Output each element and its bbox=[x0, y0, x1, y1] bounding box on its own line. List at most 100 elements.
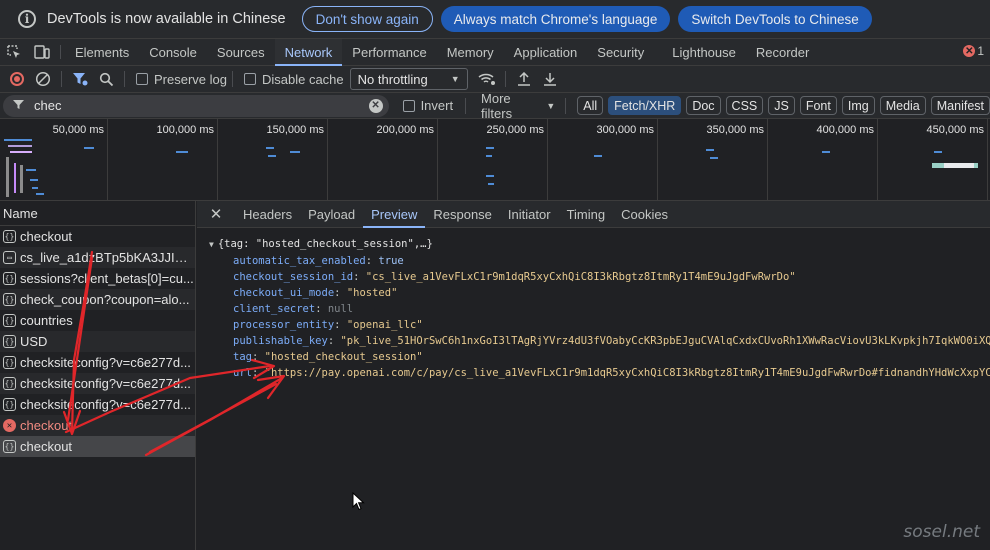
filter-chip-manifest[interactable]: Manifest bbox=[930, 96, 990, 115]
request-row[interactable]: {} check_coupon?coupon=alo... bbox=[0, 289, 195, 310]
request-row[interactable]: {} checksiteconfig?v=c6e277d... bbox=[0, 394, 195, 415]
tab-payload[interactable]: Payload bbox=[300, 201, 363, 227]
checkbox-box[interactable] bbox=[402, 99, 415, 112]
tab-security[interactable]: Security bbox=[587, 39, 654, 65]
tab-console[interactable]: Console bbox=[139, 39, 207, 65]
request-row[interactable]: ✕ checkout bbox=[0, 415, 195, 436]
throttling-select[interactable]: No throttling ▼ bbox=[349, 68, 468, 90]
tab-timing[interactable]: Timing bbox=[559, 201, 614, 227]
timeline-gridline bbox=[547, 119, 548, 200]
tab-initiator[interactable]: Initiator bbox=[500, 201, 559, 227]
record-button[interactable] bbox=[4, 68, 30, 90]
fetch-xhr-icon: {} bbox=[3, 356, 16, 369]
switch-to-chinese-button[interactable]: Switch DevTools to Chinese bbox=[678, 6, 872, 32]
timeline-activity bbox=[176, 151, 188, 153]
divider bbox=[124, 71, 125, 87]
name-column-header[interactable]: Name bbox=[0, 201, 195, 226]
request-row[interactable]: {} checkout bbox=[0, 226, 195, 247]
filter-chip-media[interactable]: Media bbox=[879, 96, 926, 115]
preserve-log-checkbox[interactable]: Preserve log bbox=[136, 72, 227, 87]
dont-show-again-button[interactable]: Don't show again bbox=[301, 6, 433, 32]
tab-lighthouse[interactable]: Lighthouse bbox=[662, 39, 746, 65]
always-match-language-button[interactable]: Always match Chrome's language bbox=[440, 6, 671, 32]
request-row[interactable]: {} checksiteconfig?v=c6e277d... bbox=[0, 373, 195, 394]
filter-chip-js[interactable]: JS bbox=[768, 96, 795, 115]
timeline-activity bbox=[486, 147, 494, 149]
filter-chip-img[interactable]: Img bbox=[841, 96, 875, 115]
filter-chip-all[interactable]: All bbox=[577, 96, 604, 115]
network-conditions-button[interactable] bbox=[474, 68, 500, 90]
request-name: checkout bbox=[20, 418, 73, 433]
json-property-row[interactable]: publishable_key: "pk_live_51HOrSwC6h1nxG… bbox=[209, 333, 990, 349]
request-row[interactable]: ▭ cs_live_a1dzBTp5bKA3JJIYd... bbox=[0, 247, 195, 268]
timeline-activity bbox=[26, 169, 36, 171]
json-property-row[interactable]: processor_entity: "openai_llc" bbox=[209, 317, 990, 333]
clear-button[interactable] bbox=[30, 68, 56, 90]
tab-performance[interactable]: Performance bbox=[342, 39, 436, 65]
tab-network[interactable]: Network bbox=[274, 39, 343, 66]
json-root-suffix: ,…} bbox=[413, 238, 433, 250]
filter-chip-font[interactable]: Font bbox=[799, 96, 837, 115]
tab-memory[interactable]: Memory bbox=[437, 39, 504, 65]
timeline-tick-label: 300,000 ms bbox=[596, 124, 654, 136]
device-toolbar-icon[interactable] bbox=[28, 39, 56, 65]
inspect-element-icon[interactable] bbox=[0, 39, 28, 65]
expand-triangle-icon[interactable]: ▼ bbox=[209, 240, 214, 249]
more-filters-label: More filters bbox=[481, 90, 513, 121]
tab-application[interactable]: Application bbox=[504, 39, 588, 65]
json-property-row[interactable]: tag: "hosted_checkout_session" bbox=[209, 349, 990, 365]
request-row[interactable]: {} checkout bbox=[0, 436, 195, 457]
request-name: checksiteconfig?v=c6e277d... bbox=[20, 355, 191, 370]
error-counter[interactable]: ✕ 1 bbox=[963, 44, 984, 58]
filter-toggle-button[interactable] bbox=[67, 68, 93, 90]
json-key: processor_entity bbox=[233, 319, 335, 331]
close-icon[interactable]: ✕ bbox=[197, 201, 235, 227]
tab-recorder[interactable]: Recorder bbox=[746, 39, 819, 65]
checkbox-box[interactable] bbox=[243, 73, 256, 85]
timeline-gridline bbox=[107, 119, 108, 200]
more-filters-dropdown[interactable]: More filters ▼ bbox=[481, 91, 555, 121]
json-value: "hosted" bbox=[346, 287, 398, 299]
search-button[interactable] bbox=[93, 68, 119, 90]
tab-elements[interactable]: Elements bbox=[65, 39, 139, 65]
clear-filter-icon[interactable]: ✕ bbox=[368, 98, 383, 113]
timeline-gridline bbox=[437, 119, 438, 200]
json-property-row[interactable]: checkout_session_id: "cs_live_a1VevFLxC1… bbox=[209, 269, 990, 285]
filter-input[interactable]: chec ✕ bbox=[3, 94, 389, 117]
request-row[interactable]: {} sessions?client_betas[0]=cu... bbox=[0, 268, 195, 289]
disable-cache-checkbox[interactable]: Disable cache bbox=[243, 72, 344, 87]
timeline-activity bbox=[934, 151, 942, 153]
invert-checkbox[interactable]: Invert bbox=[402, 98, 453, 113]
json-root-row[interactable]: ▼ {tag: "hosted_checkout_session",…} bbox=[209, 236, 990, 253]
request-row[interactable]: {} countries bbox=[0, 310, 195, 331]
tab-response[interactable]: Response bbox=[425, 201, 500, 227]
json-property-row[interactable]: client_secret: null bbox=[209, 301, 990, 317]
timeline-gridline bbox=[217, 119, 218, 200]
network-overview-timeline[interactable]: 50,000 ms 100,000 ms 150,000 ms 200,000 … bbox=[0, 119, 990, 201]
tab-preview[interactable]: Preview bbox=[363, 201, 426, 228]
tab-headers[interactable]: Headers bbox=[235, 201, 300, 227]
request-row[interactable]: {} checksiteconfig?v=c6e277d... bbox=[0, 352, 195, 373]
checkbox-box[interactable] bbox=[136, 73, 148, 85]
filter-chip-fetch-xhr[interactable]: Fetch/XHR bbox=[608, 96, 682, 115]
timeline-activity bbox=[710, 157, 718, 159]
request-name: checksiteconfig?v=c6e277d... bbox=[20, 397, 191, 412]
timeline-tick-label: 150,000 ms bbox=[266, 124, 324, 136]
tab-sources[interactable]: Sources bbox=[207, 39, 275, 65]
fetch-xhr-icon: {} bbox=[3, 272, 16, 285]
throttling-value: No throttling bbox=[357, 71, 428, 87]
filter-chip-doc[interactable]: Doc bbox=[686, 96, 721, 115]
timeline-tick-label: 100,000 ms bbox=[156, 124, 214, 136]
json-property-row[interactable]: automatic_tax_enabled: true bbox=[209, 253, 990, 269]
import-har-button[interactable] bbox=[511, 68, 537, 90]
json-property-row[interactable]: checkout_ui_mode: "hosted" bbox=[209, 285, 990, 301]
filter-chip-css[interactable]: CSS bbox=[725, 96, 764, 115]
json-property-row[interactable]: url: "https://pay.openai.com/c/pay/cs_li… bbox=[209, 365, 990, 381]
filter-input-value[interactable]: chec bbox=[34, 98, 369, 113]
export-har-button[interactable] bbox=[537, 68, 563, 90]
fetch-xhr-icon: {} bbox=[3, 230, 16, 243]
request-row[interactable]: {} USD bbox=[0, 331, 195, 352]
tab-cookies[interactable]: Cookies bbox=[613, 201, 676, 227]
timeline-activity bbox=[488, 183, 494, 185]
json-fields: automatic_tax_enabled: true checkout_sess… bbox=[209, 253, 990, 381]
